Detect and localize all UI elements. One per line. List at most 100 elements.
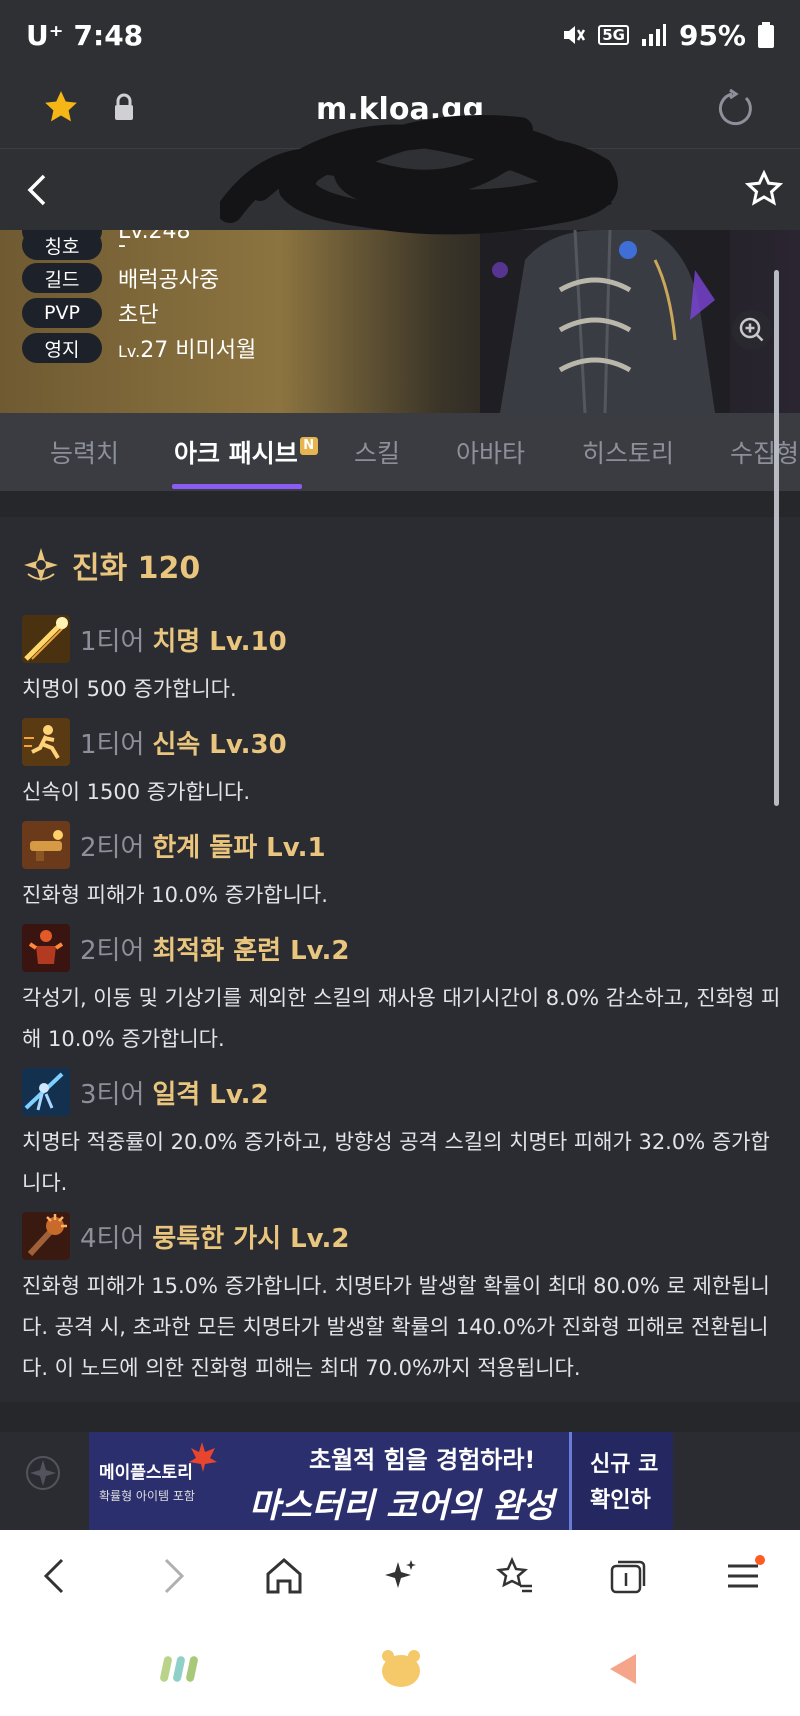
ad-brand: 메이플스토리확률형 아이템 포함 [99,1462,195,1507]
tier-label: 1티어 [80,626,145,657]
blunt-thorn-icon [22,1212,70,1260]
tier-label: 4티어 [80,1223,145,1254]
tab-label: 히스토리 [582,439,675,468]
entry-header: 4티어 뭉툭한 가시 Lv.2 [22,1212,782,1260]
advertisement-banner[interactable]: 메이플스토리확률형 아이템 포함 초월적 힘을 경험하라! 마스터리 코어의 완… [89,1432,673,1530]
swiftness-icon [22,718,70,766]
browser-back-icon[interactable] [34,1554,78,1598]
profile-row-pvp: PVP 초단 [22,297,158,329]
profile-label-pill: 길드 [22,263,102,293]
back-icon[interactable] [26,173,48,207]
new-badge: N [299,437,318,455]
favorite-star-icon[interactable] [744,169,784,209]
profile-row-guild: 길드 배럭공사중 [22,262,219,294]
tab-label: 능력치 [50,439,120,468]
profile-row-title: 칭호 - [22,230,126,260]
back-button-icon[interactable] [606,1650,640,1688]
node-name: 뭉툭한 가시 Lv.2 [152,1223,350,1254]
zoom-in-icon[interactable] [732,310,772,350]
passive-entry: 1티어 치명 Lv.10 치명이 500 증가합니다. [22,615,782,710]
ad-headline: 초월적 힘을 경험하라! [309,1446,536,1474]
profile-value: Lv.248 [118,230,191,244]
node-description: 진화형 피해가 15.0% 증가합니다. 치명타가 발생할 확률이 최대 80.… [22,1274,770,1380]
signal-icon [641,24,666,46]
tab-skills[interactable]: 스킬 [354,413,400,491]
character-portrait [480,230,730,413]
tab-avatar[interactable]: 아바타 [456,413,525,491]
evolution-emblem-icon [24,548,58,582]
ad-side-line: 확인하 [590,1488,651,1513]
section-gap [0,491,800,517]
tab-ark-passive[interactable]: 아크 패시브 N [174,413,318,491]
entry-header: 1티어 신속 Lv.30 [22,718,782,766]
tab-stats[interactable]: 능력치 [50,413,119,491]
section-header: 진화 120 [22,543,200,587]
battery-icon [758,22,774,48]
node-description: 각성기, 이동 및 기상기를 제외한 스킬의 재사용 대기시간이 8.0% 감소… [22,986,781,1051]
profile-value: Lv.27 비미서월 [118,332,256,364]
profile-value: - [118,232,126,258]
section-divider [0,1402,800,1432]
maple-leaf-icon [189,1442,217,1472]
entry-header: 3티어 일격 Lv.2 [22,1068,782,1116]
battery-level: 95% [678,18,746,52]
status-bar: U⁺ 7:48 5G 95% [0,0,800,70]
profile-label-pill: 영지 [22,333,102,363]
level-prefix: Lv. [118,342,141,361]
estate-value: 27 비미서월 [140,338,257,363]
home-button-icon[interactable] [380,1648,422,1688]
section-title: 진화 120 [72,551,201,586]
network-type: 5G [598,25,629,45]
passive-entry: 3티어 일격 Lv.2 치명타 적중률이 20.0% 증가하고, 방향성 공격 … [22,1068,782,1204]
character-profile-banner: . Lv.248 칭호 - 길드 배럭공사중 PVP 초단 영지 Lv.27 비… [0,230,800,413]
reload-icon[interactable] [716,88,756,128]
node-name: 최적화 훈련 Lv.2 [152,935,350,966]
ad-side-line: 신규 코 [590,1452,659,1477]
tier-label: 1티어 [80,729,145,760]
menu-icon[interactable] [722,1554,766,1598]
node-description: 치명이 500 증가합니다. [22,677,237,701]
node-name: 한계 돌파 Lv.1 [152,832,326,863]
carrier-label: U⁺ [26,18,64,52]
tab-bar: 능력치 아크 패시브 N 스킬 아바타 히스토리 수집형 [0,413,800,491]
tab-label: 수집형 [730,439,800,468]
bookmarks-icon[interactable] [492,1554,536,1598]
profile-label-pill: PVP [22,298,102,328]
ad-brand-note: 확률형 아이템 포함 [99,1489,195,1503]
tab-collectibles[interactable]: 수집형 [730,413,799,491]
passive-entry: 2티어 최적화 훈련 Lv.2 각성기, 이동 및 기상기를 제외한 스킬의 재… [22,924,782,1060]
browser-toolbar [0,1530,800,1622]
tier-label: 2티어 [80,832,145,863]
sparkle-icon[interactable] [378,1554,422,1598]
tier-label: 3티어 [80,1079,145,1110]
ad-row: 메이플스토리확률형 아이템 포함 초월적 힘을 경험하라! 마스터리 코어의 완… [0,1432,800,1530]
profile-row-estate: 영지 Lv.27 비미서월 [22,332,256,364]
node-description: 치명타 적중률이 20.0% 증가하고, 방향성 공격 스킬의 치명타 피해가 … [22,1130,770,1195]
passive-entry: 1티어 신속 Lv.30 신속이 1500 증가합니다. [22,718,782,813]
profile-value: 초단 [118,303,159,328]
tab-label: 스킬 [354,439,401,468]
section-emblem-icon [26,1456,60,1490]
tier-label: 2티어 [80,935,145,966]
ad-side-panel: 신규 코 확인하 [569,1432,673,1530]
scrollbar-thumb[interactable] [774,270,779,806]
home-icon[interactable] [262,1554,306,1598]
tab-history[interactable]: 히스토리 [582,413,674,491]
node-description: 신속이 1500 증가합니다. [22,780,251,804]
ark-passive-section: 진화 120 1티어 치명 Lv.10 치명이 500 증가합니다. 1티어 신… [0,517,800,1402]
clock: 7:48 [73,18,144,52]
browser-forward-icon[interactable] [150,1554,194,1598]
strike-icon [22,1068,70,1116]
active-tab-indicator [172,484,302,489]
ad-brand-name: 메이플스토리 [99,1463,193,1483]
training-icon [22,924,70,972]
mute-icon [564,26,586,44]
system-nav-bar [0,1622,800,1716]
ad-main-text: 마스터리 코어의 완성 [249,1486,555,1526]
crit-icon [22,615,70,663]
limit-break-icon [22,821,70,869]
recent-apps-icon[interactable] [160,1652,200,1686]
tabs-icon[interactable] [606,1554,650,1598]
passive-entry: 2티어 한계 돌파 Lv.1 진화형 피해가 10.0% 증가합니다. [22,821,782,916]
entry-header: 1티어 치명 Lv.10 [22,615,782,663]
